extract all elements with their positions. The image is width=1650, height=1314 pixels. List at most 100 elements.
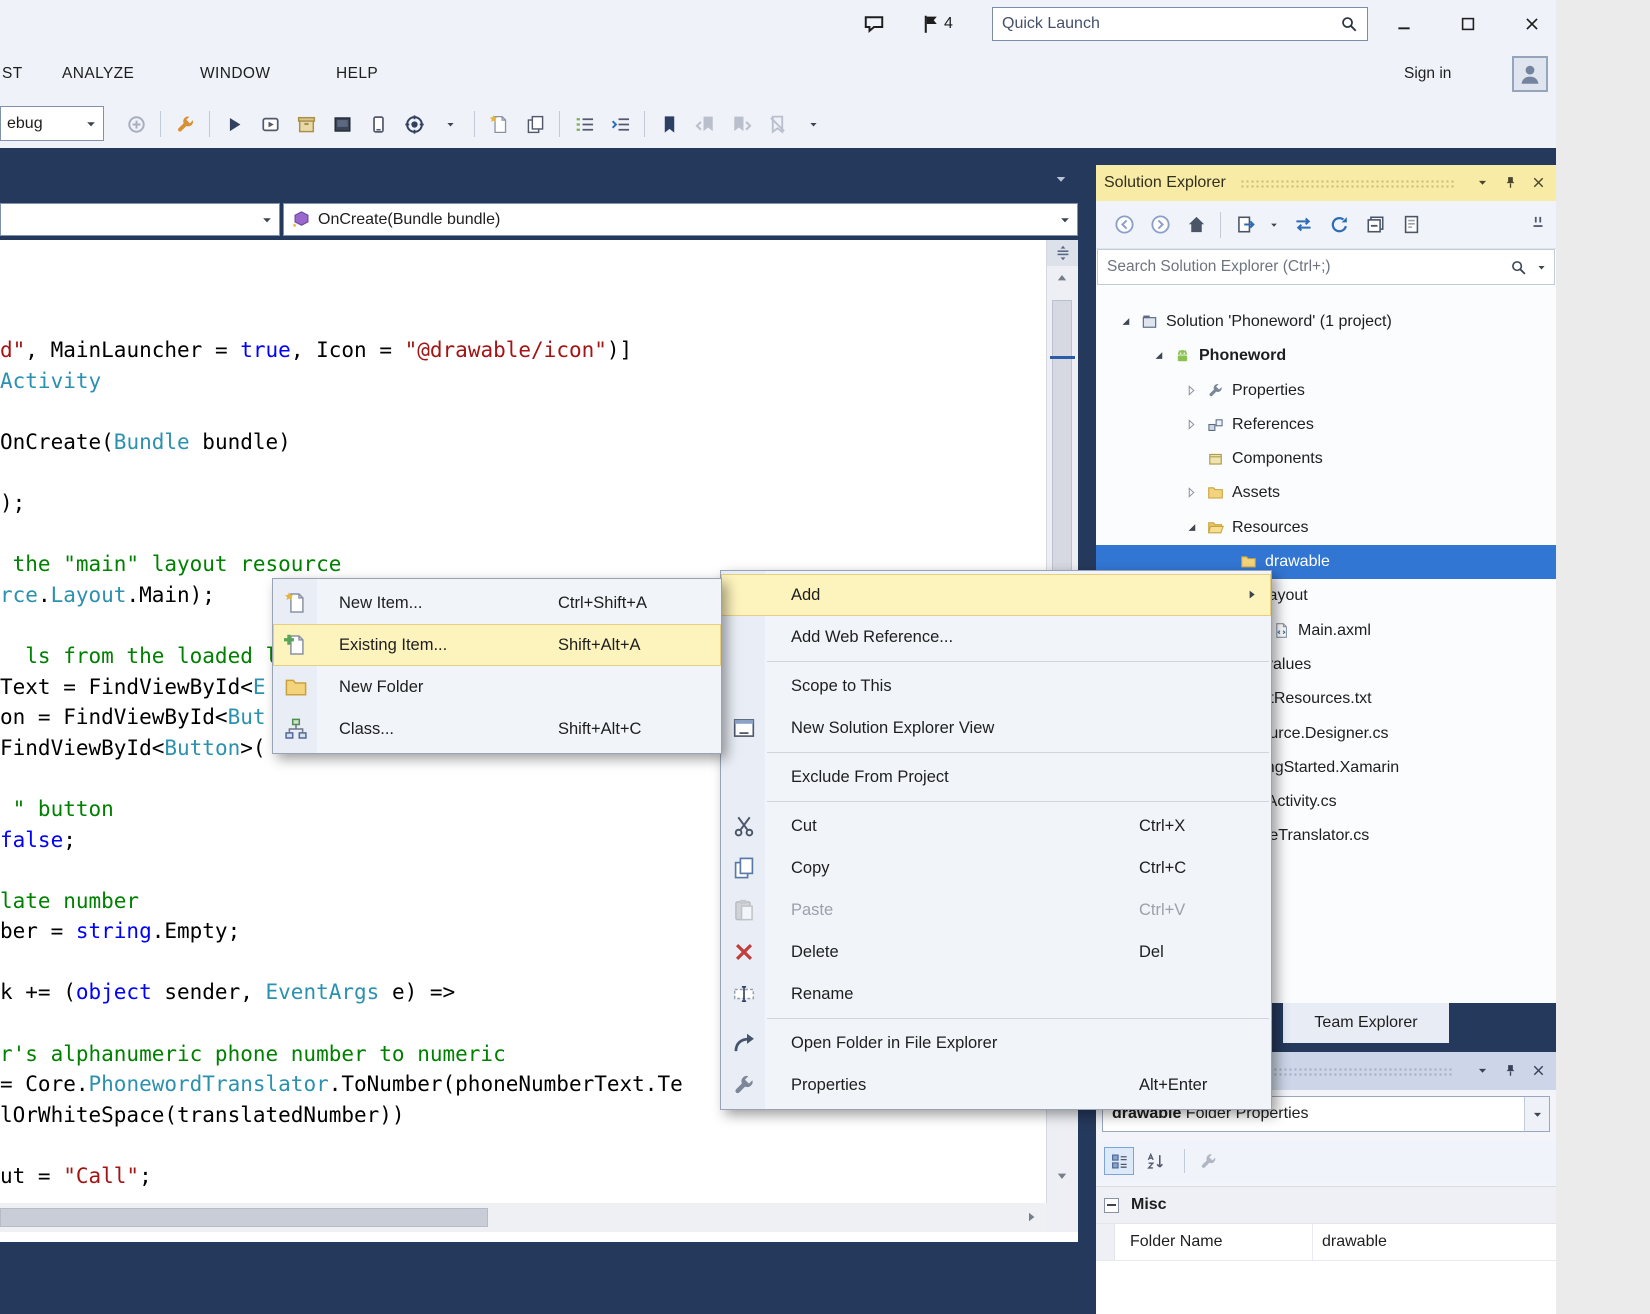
pin-button[interactable]	[1496, 171, 1524, 195]
collapse-category-icon[interactable]	[1104, 1198, 1119, 1213]
pin-button[interactable]	[1496, 1059, 1524, 1083]
tree-item-solution-phoneword-1-project[interactable]: Solution 'Phoneword' (1 project)	[1096, 305, 1556, 339]
bookmark-button[interactable]	[653, 108, 685, 140]
device-button[interactable]	[362, 108, 394, 140]
caret-down-button[interactable]	[1266, 210, 1282, 240]
collapse-arrow-icon[interactable]	[1151, 348, 1166, 363]
list-button[interactable]	[568, 108, 600, 140]
horizontal-scroll-thumb[interactable]	[0, 1208, 488, 1227]
chevron-down-icon[interactable]	[1535, 261, 1548, 274]
forward-button[interactable]	[1145, 210, 1175, 240]
menu-item-new-item[interactable]: New Item...Ctrl+Shift+A	[273, 582, 721, 624]
members-dropdown[interactable]: OnCreate(Bundle bundle)	[283, 203, 1078, 236]
bookmark-next-button[interactable]	[725, 108, 757, 140]
property-value[interactable]: drawable	[1322, 1224, 1387, 1260]
caret-down-button[interactable]	[797, 108, 829, 140]
menu-item-copy[interactable]: CopyCtrl+C	[721, 847, 1271, 889]
minimize-button[interactable]	[1384, 10, 1424, 38]
scroll-up-icon[interactable]	[1053, 270, 1071, 286]
quick-launch-input[interactable]	[993, 8, 1340, 40]
editor-splitter-handle[interactable]	[1047, 240, 1078, 266]
avatar-button[interactable]	[1512, 56, 1548, 92]
maximize-button[interactable]	[1448, 10, 1488, 38]
tree-item-phoneword[interactable]: Phoneword	[1096, 339, 1556, 373]
close-panel-button[interactable]	[1524, 171, 1552, 195]
feedback-button[interactable]	[858, 10, 890, 38]
menu-analyze[interactable]: ANALYZE	[62, 48, 134, 100]
properties-category-row[interactable]: Misc	[1096, 1187, 1556, 1224]
menu-item-existing-item[interactable]: Existing Item...Shift+Alt+A	[273, 624, 721, 666]
sync-button[interactable]	[1288, 210, 1318, 240]
expand-arrow-icon[interactable]	[1184, 485, 1199, 500]
separator	[1184, 1149, 1185, 1173]
xml-file-icon	[1272, 622, 1291, 639]
home-button[interactable]	[1181, 210, 1211, 240]
tree-item-properties[interactable]: Properties	[1096, 374, 1556, 408]
caption-grip	[1240, 179, 1454, 188]
expand-arrow-icon[interactable]	[1184, 383, 1199, 398]
scroll-down-icon[interactable]	[1053, 1168, 1071, 1184]
sign-in-link[interactable]: Sign in	[1404, 48, 1451, 100]
attach-button[interactable]	[120, 108, 152, 140]
menu-item-add[interactable]: Add	[721, 574, 1271, 616]
tree-item-components[interactable]: Components	[1096, 442, 1556, 476]
menu-help[interactable]: HELP	[336, 48, 378, 100]
types-dropdown[interactable]	[0, 203, 280, 236]
menu-item-delete[interactable]: DeleteDel	[721, 931, 1271, 973]
menu-item-rename[interactable]: Rename	[721, 973, 1271, 1015]
menu-item-new-folder[interactable]: New Folder	[273, 666, 721, 708]
close-panel-button[interactable]	[1524, 1059, 1552, 1083]
tree-item-assets[interactable]: Assets	[1096, 476, 1556, 510]
menu-st[interactable]: ST	[2, 48, 23, 100]
target-button[interactable]	[398, 108, 430, 140]
property-pages-button[interactable]	[1193, 1147, 1223, 1175]
expand-arrow-icon[interactable]	[1184, 417, 1199, 432]
menu-item-exclude-from-project[interactable]: Exclude From Project	[721, 756, 1271, 798]
solution-search-input[interactable]	[1098, 249, 1510, 285]
menu-item-open-folder-in-file-explorer[interactable]: Open Folder in File Explorer	[721, 1022, 1271, 1064]
list-arrow-button[interactable]	[604, 108, 636, 140]
alphabetical-sort-button[interactable]	[1140, 1147, 1170, 1175]
menu-window[interactable]: WINDOW	[200, 48, 270, 100]
caret-down-button[interactable]	[434, 108, 466, 140]
tree-item-references[interactable]: References	[1096, 408, 1556, 442]
menu-item-paste[interactable]: PasteCtrl+V	[721, 889, 1271, 931]
chevron-down-icon	[83, 116, 99, 132]
refresh-button[interactable]	[1324, 210, 1354, 240]
close-button[interactable]	[1512, 10, 1552, 38]
copy-pages-button[interactable]	[519, 108, 551, 140]
solution-configuration-combo[interactable]: ebug	[0, 106, 104, 141]
toolbar-overflow-button[interactable]	[1526, 211, 1550, 235]
collapse-all-button[interactable]	[1360, 210, 1390, 240]
menu-item-class[interactable]: Class...Shift+Alt+C	[273, 708, 721, 750]
menu-item-new-solution-explorer-view[interactable]: New Solution Explorer View	[721, 707, 1271, 749]
menu-item-add-web-reference[interactable]: Add Web Reference...	[721, 616, 1271, 658]
scroll-right-icon[interactable]	[1022, 1209, 1040, 1225]
scope-button[interactable]	[1230, 210, 1260, 240]
menu-item-label: Properties	[791, 1064, 866, 1106]
deploy-button[interactable]	[254, 108, 286, 140]
categorized-view-button[interactable]	[1104, 1147, 1134, 1175]
archive-button[interactable]	[290, 108, 322, 140]
team-explorer-tab[interactable]: Team Explorer	[1283, 1003, 1449, 1043]
build-button[interactable]	[169, 108, 201, 140]
bookmark-clear-button[interactable]	[761, 108, 793, 140]
menu-item-cut[interactable]: CutCtrl+X	[721, 805, 1271, 847]
tree-item-resources[interactable]: Resources	[1096, 511, 1556, 545]
editor-horizontal-scrollbar[interactable]	[0, 1203, 1046, 1232]
collapse-arrow-icon[interactable]	[1118, 314, 1133, 329]
document-well-dropdown-icon[interactable]	[1052, 170, 1070, 188]
window-position-button[interactable]	[1468, 171, 1496, 195]
back-button[interactable]	[1109, 210, 1139, 240]
properties-page-button[interactable]	[1396, 210, 1426, 240]
window-position-button[interactable]	[1468, 1059, 1496, 1083]
screen-button[interactable]	[326, 108, 358, 140]
collapse-arrow-icon[interactable]	[1184, 520, 1199, 535]
notifications-button[interactable]: 4	[918, 10, 970, 38]
combo-dropdown-button[interactable]	[1524, 1097, 1549, 1131]
bookmark-prev-button[interactable]	[689, 108, 721, 140]
start-button[interactable]	[218, 108, 250, 140]
new-item-button[interactable]	[483, 108, 515, 140]
menu-item-scope-to-this[interactable]: Scope to This	[721, 665, 1271, 707]
menu-item-properties[interactable]: PropertiesAlt+Enter	[721, 1064, 1271, 1106]
